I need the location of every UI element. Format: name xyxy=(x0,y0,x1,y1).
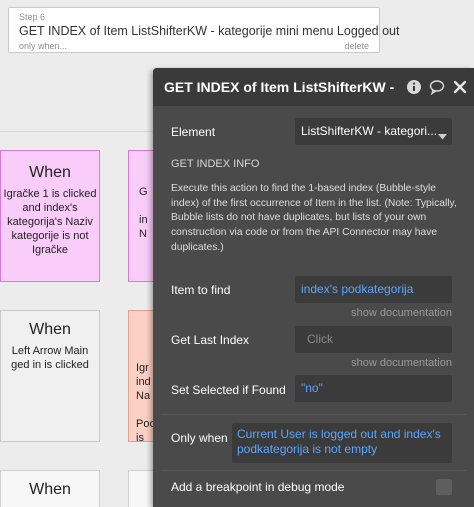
panel-header[interactable]: GET INDEX of Item ListShifterKW - xyxy=(153,68,474,106)
item-to-find-label: Item to find xyxy=(171,283,231,297)
show-documentation-link[interactable]: show documentation xyxy=(351,307,452,319)
item-to-find-field[interactable]: index's podkategorija xyxy=(295,276,452,303)
only-when-label: Only when xyxy=(171,431,228,445)
workflow-when-label: When xyxy=(29,321,71,338)
only-when-field[interactable]: Current User is logged out and index's p… xyxy=(232,423,452,463)
workflow-card[interactable]: When Left Arrow Main ged in is clicked xyxy=(0,310,100,442)
workflow-card[interactable]: When xyxy=(0,470,100,507)
element-dropdown[interactable]: ListShifterKW - kategori... xyxy=(295,118,452,145)
divider xyxy=(161,414,466,415)
section-header: GET INDEX INFO xyxy=(171,158,260,170)
breakpoint-checkbox[interactable] xyxy=(436,479,452,495)
get-last-index-label: Get Last Index xyxy=(171,333,250,347)
info-icon[interactable] xyxy=(406,79,422,95)
divider xyxy=(161,470,466,471)
workflow-when-label: When xyxy=(29,164,71,181)
set-selected-field[interactable]: "no" xyxy=(295,375,452,402)
delete-step-link[interactable]: delete xyxy=(344,41,369,51)
chevron-down-icon xyxy=(438,129,447,143)
property-editor-panel: GET INDEX of Item ListShifterKW - Elemen… xyxy=(153,68,474,507)
panel-title: GET INDEX of Item ListShifterKW - xyxy=(164,79,395,95)
step-title[interactable]: GET INDEX of Item ListShifterKW - katego… xyxy=(19,24,400,38)
comment-icon[interactable] xyxy=(429,79,445,96)
close-icon[interactable] xyxy=(452,79,468,95)
workflow-event-text: Igračke 1 is clicked and index's kategor… xyxy=(3,188,97,256)
element-label: Element xyxy=(171,125,216,139)
action-description: Execute this action to find the 1-based … xyxy=(171,183,457,253)
element-dropdown-value: ListShifterKW - kategori... xyxy=(301,124,438,138)
workflow-when-label: When xyxy=(29,481,71,498)
step-card[interactable]: Step 6 GET INDEX of Item ListShifterKW -… xyxy=(8,7,400,53)
show-documentation-link[interactable]: show documentation xyxy=(351,357,452,369)
step-number: Step 6 xyxy=(19,12,46,22)
workflow-card[interactable]: When Igračke 1 is clicked and index's ka… xyxy=(0,150,100,282)
breakpoint-label: Add a breakpoint in debug mode xyxy=(171,480,345,494)
step-condition[interactable]: only when... xyxy=(19,41,67,51)
set-selected-label: Set Selected if Found xyxy=(171,383,286,397)
workflow-event-text: Left Arrow Main ged in is clicked xyxy=(11,345,89,371)
get-last-index-field[interactable]: Click xyxy=(295,326,452,353)
